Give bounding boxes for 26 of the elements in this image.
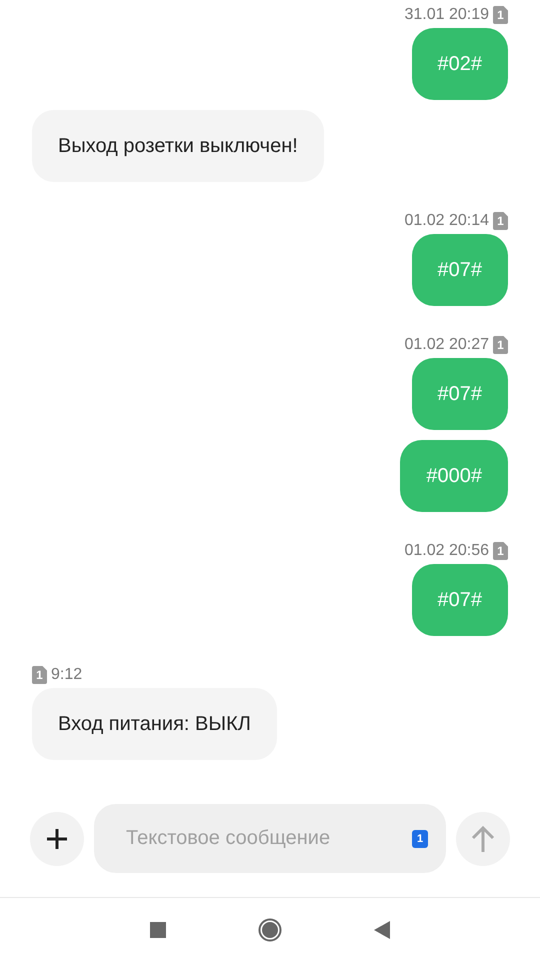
message-bubble[interactable]: #02# (412, 28, 508, 100)
message-bubble[interactable]: Вход питания: ВЫКЛ (32, 688, 277, 760)
message-time: 9:12 (51, 666, 82, 684)
back-button[interactable] (374, 921, 390, 939)
sim-badge: 1 (32, 666, 47, 684)
message-time: 01.02 20:27 (404, 336, 489, 354)
message-bubble[interactable]: Выход розетки выключен! (32, 110, 324, 182)
circle-icon (258, 918, 282, 942)
sim-badge[interactable]: 1 (412, 830, 428, 848)
sim-badge: 1 (493, 542, 508, 560)
square-icon (150, 922, 166, 938)
message-bubble[interactable]: #07# (412, 234, 508, 306)
message-time: 01.02 20:56 (404, 542, 489, 560)
arrow-up-icon (471, 824, 495, 852)
message-time: 01.02 20:14 (404, 212, 489, 230)
sim-badge: 1 (493, 212, 508, 230)
message-bubble[interactable]: #07# (412, 358, 508, 430)
sim-badge: 1 (493, 336, 508, 354)
sim-badge: 1 (493, 6, 508, 24)
message-field[interactable]: Текстовое сообщение 1 (94, 804, 446, 873)
message-bubble[interactable]: #07# (412, 564, 508, 636)
plus-icon (45, 826, 69, 850)
home-button[interactable] (258, 918, 282, 942)
message-time: 31.01 20:19 (404, 6, 489, 24)
back-triangle-icon (374, 921, 390, 939)
message-bubble[interactable]: #000# (400, 440, 508, 512)
